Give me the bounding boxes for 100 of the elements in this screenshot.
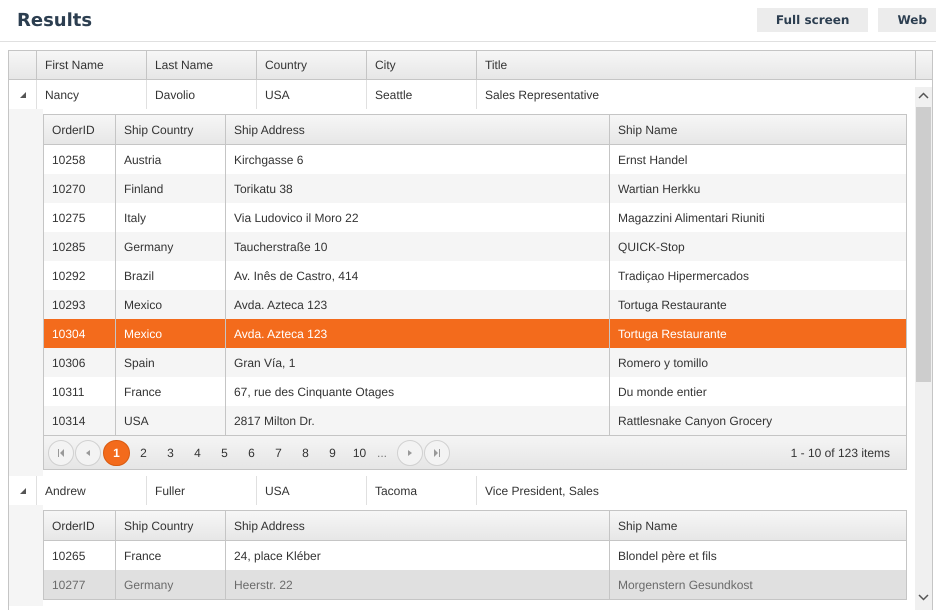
last-page-icon[interactable] — [424, 440, 450, 466]
table-cell-text: Sales Representative — [485, 86, 600, 104]
collapse-triangle-icon[interactable] — [20, 92, 26, 98]
table-cell-text: Du monde entier — [618, 384, 707, 400]
table-cell-text: USA — [265, 482, 290, 500]
table-cell-text: Morgenstern Gesundkost — [618, 576, 753, 594]
table-cell-text: Fuller — [155, 482, 186, 500]
order-row[interactable]: 10306 Spain Gran Vía, 1 Romero y tomillo — [44, 348, 906, 377]
table-cell-text: 10265 — [52, 548, 86, 564]
previous-page-icon[interactable] — [75, 440, 101, 466]
column-header[interactable]: OrderID — [52, 120, 95, 138]
table-cell-text: Nancy — [45, 86, 80, 104]
column-header[interactable]: Ship Country — [124, 120, 194, 138]
table-cell-text: 24, place Kléber — [234, 548, 321, 564]
more-pages[interactable]: ... — [373, 444, 392, 462]
table-cell-text: Rattlesnake Canyon Grocery — [618, 412, 772, 430]
table-cell-text: Blondel père et fils — [618, 548, 717, 564]
table-cell-text: Taucherstraße 10 — [234, 238, 328, 256]
column-header[interactable]: Ship Name — [618, 516, 678, 534]
table-cell-text: Austria — [124, 152, 162, 168]
table-cell-text: Kirchgasse 6 — [234, 152, 304, 168]
table-cell-text: Davolio — [155, 86, 196, 104]
toolbar-button[interactable]: Full screen — [756, 8, 868, 32]
column-header[interactable]: Ship Address — [234, 516, 305, 534]
page-number[interactable]: 9 — [319, 440, 346, 466]
table-cell-text: Finland — [124, 180, 164, 198]
table-cell-text: 10258 — [52, 152, 86, 168]
order-row[interactable]: 10277 Germany Heerstr. 22 Morgenstern Gesundkost — [44, 570, 906, 599]
table-cell-text: 10275 — [52, 210, 86, 226]
table-cell-text: Andrew — [45, 482, 86, 500]
pager-info: 1 - 10 of 123 items — [790, 444, 890, 462]
table-cell-text: 10293 — [52, 296, 86, 314]
page-number[interactable]: 5 — [211, 440, 238, 466]
scroll-up-icon[interactable] — [918, 92, 929, 99]
table-cell-text: Heerstr. 22 — [234, 576, 293, 594]
table-cell-text: 10306 — [52, 354, 86, 372]
column-header[interactable]: Country — [265, 56, 308, 74]
table-cell-text: Germany — [124, 576, 174, 594]
collapse-triangle-icon[interactable] — [20, 488, 26, 494]
scrollbar[interactable] — [915, 87, 932, 610]
table-cell-text: Seattle — [375, 86, 412, 104]
first-page-icon[interactable] — [48, 440, 74, 466]
table-cell-text: USA — [265, 86, 290, 104]
table-cell-text: USA — [124, 412, 149, 430]
order-row[interactable]: 10293 Mexico Avda. Azteca 123 Tortuga Restaurante — [44, 290, 906, 319]
scrollbar-thumb[interactable] — [916, 107, 931, 382]
column-header[interactable]: Ship Address — [234, 120, 305, 138]
table-cell-text: Spain — [124, 354, 155, 372]
table-cell-text: 10270 — [52, 180, 86, 198]
page-number[interactable]: 8 — [292, 440, 319, 466]
page-number[interactable]: 6 — [238, 440, 265, 466]
table-cell-text: Ernst Handel — [618, 152, 688, 168]
table-cell-text: Tradiçao Hipermercados — [618, 268, 749, 284]
order-row[interactable]: 10285 Germany Taucherstraße 10 QUICK-Stop — [44, 232, 906, 261]
table-cell-text: Romero y tomillo — [618, 354, 708, 372]
table-cell-text: Vice President, Sales — [485, 482, 599, 500]
table-cell-text: Avda. Azteca 123 — [234, 326, 328, 342]
table-cell-text: 67, rue des Cinquante Otages — [234, 384, 394, 400]
column-header[interactable]: City — [375, 56, 396, 74]
page-number[interactable]: 3 — [157, 440, 184, 466]
table-cell-text: Brazil — [124, 268, 154, 284]
table-cell-text: Italy — [124, 210, 146, 226]
page-number[interactable]: 2 — [130, 440, 157, 466]
table-cell-text: 2817 Milton Dr. — [234, 412, 315, 430]
table-cell-text: France — [124, 384, 162, 400]
table-cell-text: Tortuga Restaurante — [618, 326, 727, 342]
column-header[interactable]: Last Name — [155, 56, 214, 74]
table-cell-text: Via Ludovico il Moro 22 — [234, 210, 359, 226]
column-header[interactable]: OrderID — [52, 516, 95, 534]
page-number[interactable]: 7 — [265, 440, 292, 466]
order-row[interactable]: 10270 Finland Torikatu 38 Wartian Herkku — [44, 174, 906, 203]
table-cell-text: Torikatu 38 — [234, 180, 293, 198]
page-title: Results — [17, 9, 92, 33]
order-row[interactable]: 10314 USA 2817 Milton Dr. Rattlesnake Canyon Grocery — [44, 406, 906, 435]
table-cell-text: France — [124, 548, 162, 564]
toolbar-button[interactable]: Web — [878, 8, 936, 32]
scroll-down-icon[interactable] — [918, 594, 929, 601]
table-cell-text: 10277 — [52, 576, 86, 594]
table-cell-text: Magazzini Alimentari Riuniti — [618, 210, 765, 226]
table-cell-text: Mexico — [124, 326, 162, 342]
table-cell-text: Tortuga Restaurante — [618, 296, 727, 314]
table-cell-text: Gran Vía, 1 — [234, 354, 296, 372]
table-cell-text: 10311 — [52, 384, 84, 400]
table-cell-text: Wartian Herkku — [618, 180, 700, 198]
table-cell-text: Tacoma — [375, 482, 418, 500]
page-number[interactable]: 10 — [346, 440, 373, 466]
table-cell-text: Avda. Azteca 123 — [234, 296, 328, 314]
table-cell-text: 10292 — [52, 268, 86, 284]
column-header[interactable]: Ship Country — [124, 516, 194, 534]
table-cell-text: 10314 — [52, 412, 86, 430]
page-number[interactable]: 4 — [184, 440, 211, 466]
table-cell-text: 10304 — [52, 326, 86, 342]
table-cell-text: Av. Inês de Castro, 414 — [234, 268, 358, 284]
column-header[interactable]: Title — [485, 56, 508, 74]
column-header[interactable]: Ship Name — [618, 120, 678, 138]
table-cell-text: Germany — [124, 238, 174, 256]
table-cell-text: QUICK-Stop — [618, 238, 685, 256]
column-header[interactable]: First Name — [45, 56, 104, 74]
next-page-icon[interactable] — [397, 440, 424, 466]
table-cell-text: 10285 — [52, 238, 86, 256]
